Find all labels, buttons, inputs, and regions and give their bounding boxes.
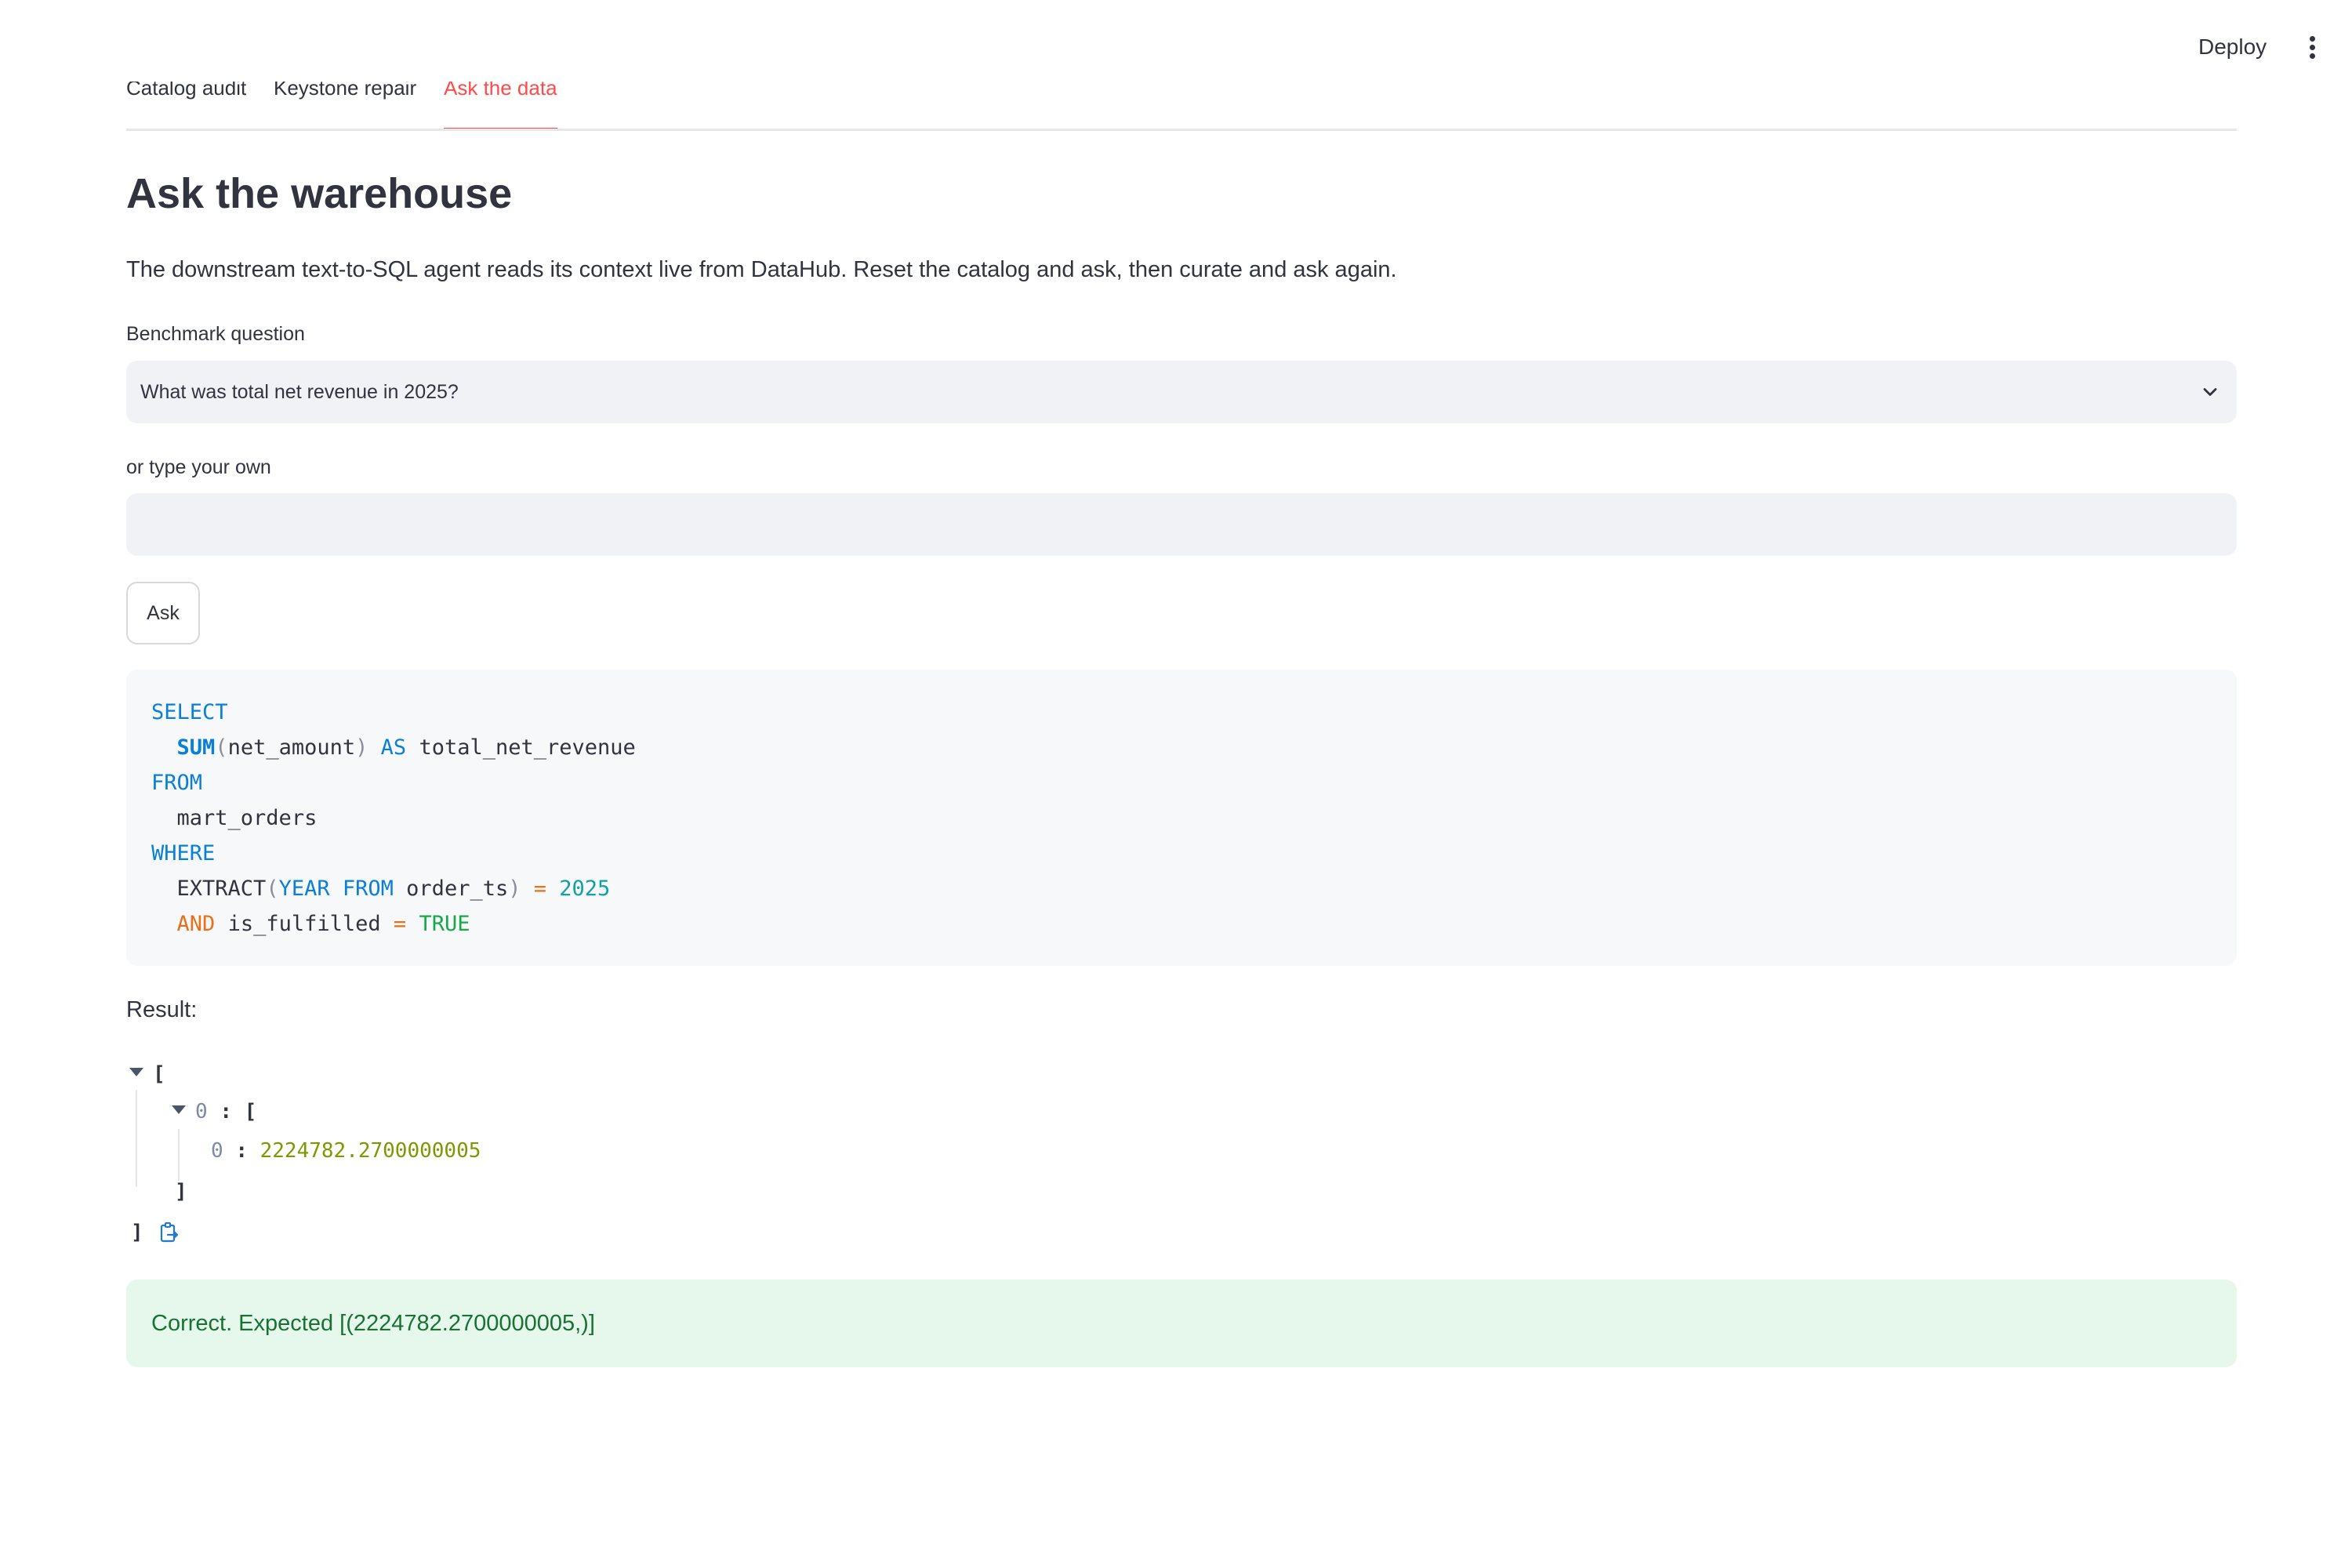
sql-punctuation: ) [355,735,368,760]
sql-identifier: net_amount [227,735,356,760]
sql-line: FROM [151,765,2212,800]
sql-keyword: FROM [151,771,203,795]
deploy-button[interactable]: Deploy [2187,28,2278,66]
page-title: Ask the warehouse [126,170,513,217]
page-description: The downstream text-to-SQL agent reads i… [126,257,1397,282]
sql-keyword: AS [380,735,407,760]
sql-keyword: SELECT [151,700,228,724]
sql-operator: = [533,877,547,901]
sql-punctuation: ) [508,877,521,901]
sql-line: EXTRACT(YEAR FROM order_ts) = 2025 [151,871,2212,906]
sql-keyword: WHERE [151,841,216,866]
json-close-bracket: ] [131,1221,143,1244]
benchmark-question-value: What was total net revenue in 2025? [140,381,459,403]
sql-identifier: is_fulfilled [227,912,381,936]
collapse-toggle-icon[interactable] [129,1068,143,1076]
json-value: 2224782.2700000005 [260,1139,481,1163]
sql-number: 2025 [559,877,611,901]
tab-catalog-audit[interactable]: Catalog audit [126,82,246,119]
tab-keystone-repair[interactable]: Keystone repair [274,82,416,119]
sql-line: mart_orders [151,800,2212,836]
sql-boolean: TRUE [419,912,470,936]
sql-line: SUM(net_amount) AS total_net_revenue [151,730,2212,765]
json-result-viewer: [ 0 : [ 0 : 2224782.2700000005 ] ] [126,1058,832,1254]
json-indent-guide [178,1129,180,1181]
kebab-menu-icon[interactable] [2297,28,2328,66]
sql-punctuation: ( [215,735,228,760]
json-close-bracket: ] [175,1180,187,1203]
benchmark-question-select[interactable]: What was total net revenue in 2025? [126,361,2237,423]
app-header: Deploy [0,0,2352,94]
collapse-toggle-icon[interactable] [172,1105,186,1114]
json-array-entry: 0 : [ [195,1100,257,1123]
custom-question-label: or type your own [126,456,271,478]
sql-keyword: YEAR [278,877,330,901]
sql-identifier: total_net_revenue [419,735,636,760]
json-value-entry: 0 : 2224782.2700000005 [211,1139,481,1163]
success-alert: Correct. Expected [(2224782.2700000005,)… [126,1279,2237,1367]
chevron-down-icon [2203,388,2217,396]
json-index: 0 [211,1139,223,1163]
sql-line: WHERE [151,836,2212,871]
ask-button[interactable]: Ask [126,582,200,644]
json-index: 0 [195,1100,208,1123]
sql-operator: = [393,912,407,936]
tab-ask-the-data[interactable]: Ask the data [444,82,557,129]
json-open-bracket: [ [153,1062,165,1086]
sql-punctuation: ( [266,877,279,901]
sql-operator: AND [176,912,216,936]
custom-question-input[interactable] [126,493,2237,556]
sql-keyword: FROM [342,877,394,901]
benchmark-question-label: Benchmark question [126,323,305,345]
sql-identifier: order_ts [406,877,509,901]
sql-code-block: SELECT SUM(net_amount) AS total_net_reve… [126,670,2237,966]
sql-identifier: mart_orders [176,806,318,830]
sql-line: AND is_fulfilled = TRUE [151,906,2212,942]
sql-line: SELECT [151,695,2212,730]
sql-function: EXTRACT [176,877,267,901]
tab-bar: Catalog audit Keystone repair Ask the da… [126,82,2237,131]
sql-function: SUM [176,735,216,760]
result-label: Result: [126,997,198,1022]
copy-to-clipboard-icon[interactable] [159,1221,180,1243]
json-indent-guide [136,1090,137,1187]
